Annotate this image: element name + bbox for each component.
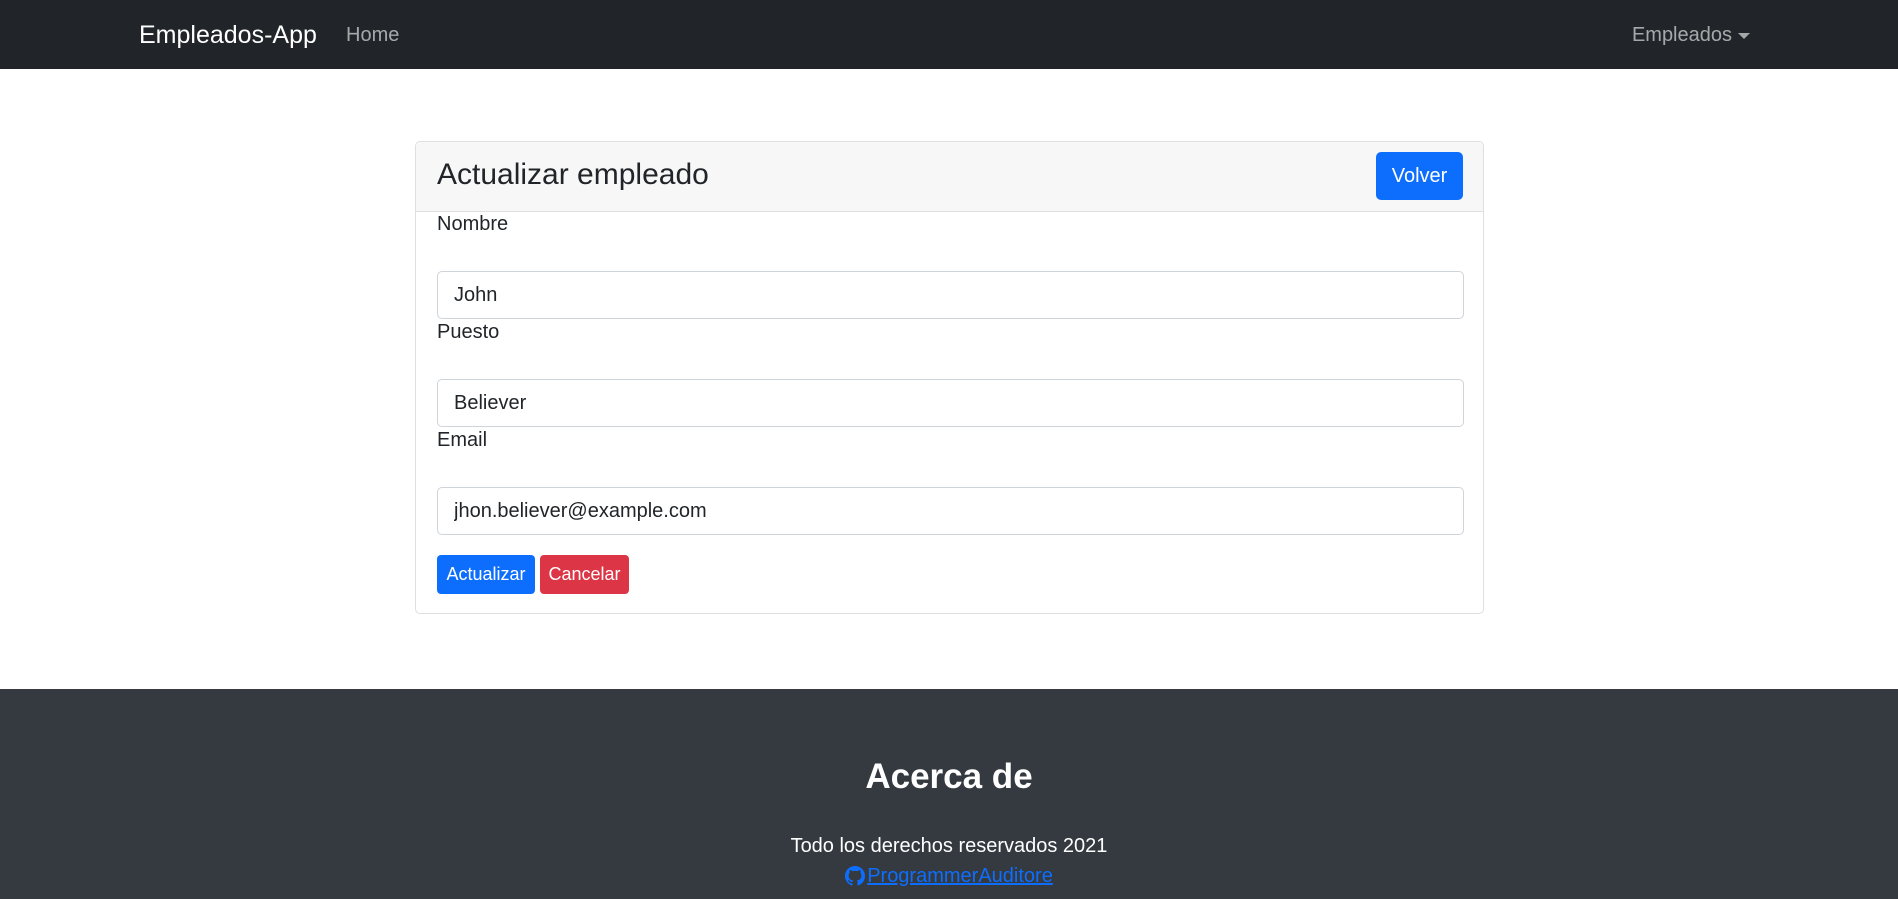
email-input[interactable] — [437, 487, 1464, 535]
cancel-button[interactable]: Cancelar — [540, 555, 629, 594]
brand-link[interactable]: Empleados-App — [139, 19, 317, 51]
position-input[interactable] — [437, 379, 1464, 427]
caret-down-icon — [1738, 33, 1750, 39]
footer: Acerca de Todo los derechos reservados 2… — [0, 689, 1898, 899]
navbar: Empleados-App Home Empleados — [0, 0, 1898, 69]
footer-copyright: Todo los derechos reservados 2021 — [790, 835, 1108, 857]
github-link-label: ProgrammerAuditore — [867, 865, 1053, 887]
footer-title: Acerca de — [865, 757, 1033, 796]
name-input[interactable] — [437, 271, 1464, 319]
github-link[interactable]: ProgrammerAuditore — [845, 863, 1053, 889]
card-header: Actualizar empleado Volver — [416, 142, 1483, 212]
footer-link-row: ProgrammerAuditore — [0, 863, 1898, 893]
card-title: Actualizar empleado — [437, 158, 709, 191]
back-button[interactable]: Volver — [1376, 152, 1463, 200]
update-button[interactable]: Actualizar — [437, 555, 535, 594]
nav-home-link[interactable]: Home — [346, 22, 399, 48]
position-label: Puesto — [437, 321, 500, 343]
update-employee-card: Actualizar empleado Volver Nombre Puesto… — [415, 141, 1484, 614]
email-label: Email — [437, 429, 488, 451]
name-label: Nombre — [437, 213, 509, 235]
empleados-dropdown-label: Empleados — [1631, 24, 1732, 46]
github-icon — [845, 866, 866, 886]
empleados-dropdown[interactable]: Empleados — [1632, 22, 1750, 48]
